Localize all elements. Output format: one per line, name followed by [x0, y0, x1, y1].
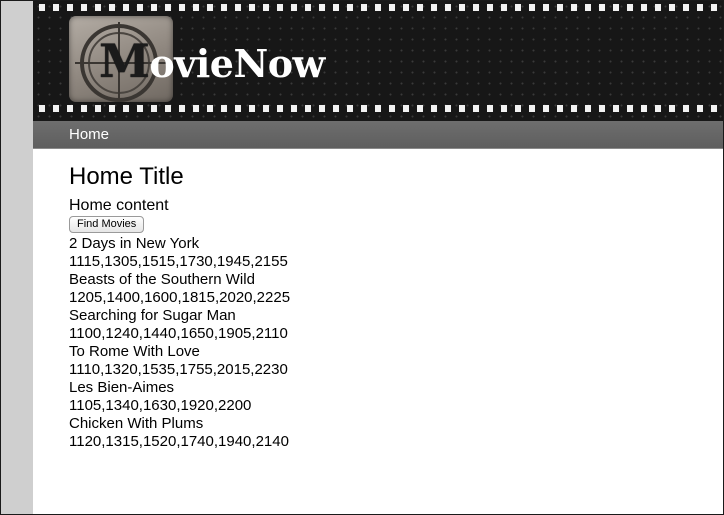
movie-title: Chicken With Plums — [69, 415, 204, 432]
list-item: Beasts of the Southern Wild 1205,1400,16… — [69, 271, 689, 307]
film-perforation-bottom — [33, 105, 723, 112]
logo-text: ovieNow — [149, 41, 325, 86]
main-content: Home Title Home content Find Movies 2 Da… — [69, 162, 689, 451]
movie-showtimes: 1110,1320,1535,1755,2015,2230 — [69, 361, 288, 378]
movie-showtimes: 1120,1315,1520,1740,1940,2140 — [69, 433, 289, 450]
browser-viewport: MovieNow Home Home Title Home content Fi… — [0, 0, 724, 515]
movie-title: Les Bien-Aimes — [69, 379, 175, 396]
page-content-text: Home content — [69, 197, 169, 214]
left-gutter — [1, 1, 33, 514]
movie-showtimes: 1105,1340,1630,1920,2200 — [69, 397, 252, 414]
nav-home-link[interactable]: Home — [69, 126, 109, 143]
logo-letter: M — [99, 34, 150, 88]
film-perforation-top — [33, 4, 723, 11]
list-item: Searching for Sugar Man 1100,1240,1440,1… — [69, 307, 689, 343]
movie-title: Beasts of the Southern Wild — [69, 271, 255, 288]
nav-bar: Home — [33, 121, 723, 149]
movie-list: 2 Days in New York 1115,1305,1515,1730,1… — [69, 235, 689, 451]
movie-showtimes: 1205,1400,1600,1815,2020,2225 — [69, 289, 291, 306]
list-item: To Rome With Love 1110,1320,1535,1755,20… — [69, 343, 689, 379]
list-item: 2 Days in New York 1115,1305,1515,1730,1… — [69, 235, 689, 271]
movie-title: To Rome With Love — [69, 343, 200, 360]
page-title: Home Title — [69, 163, 184, 190]
movie-title: 2 Days in New York — [69, 235, 200, 252]
list-item: Les Bien-Aimes 1105,1340,1630,1920,2200 — [69, 379, 689, 415]
movie-showtimes: 1115,1305,1515,1730,1945,2155 — [69, 253, 288, 270]
movie-title: Searching for Sugar Man — [69, 307, 236, 324]
site-logo[interactable]: MovieNow — [99, 37, 325, 88]
movie-showtimes: 1100,1240,1440,1650,1905,2110 — [69, 325, 288, 342]
list-item: Chicken With Plums 1120,1315,1520,1740,1… — [69, 415, 689, 451]
site-header: MovieNow — [33, 1, 723, 121]
find-movies-button[interactable]: Find Movies — [69, 216, 145, 233]
